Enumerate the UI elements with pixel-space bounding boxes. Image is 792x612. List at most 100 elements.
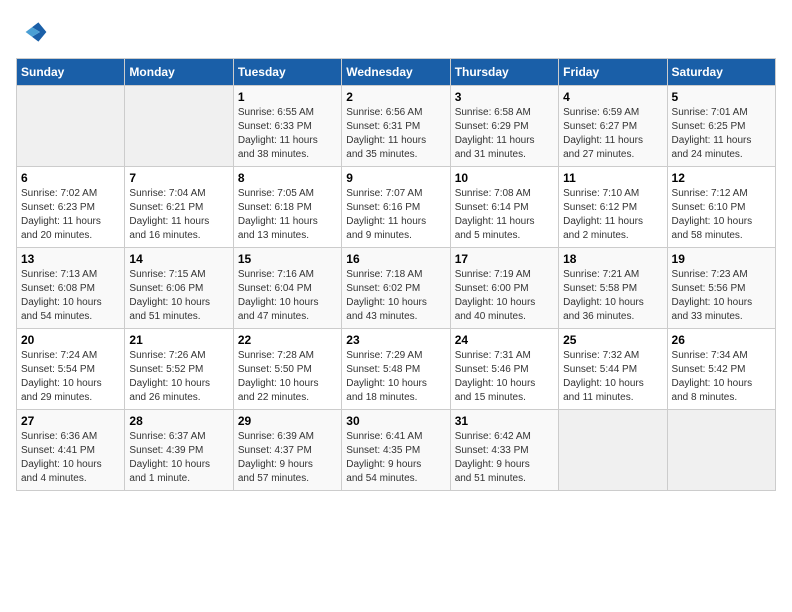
day-number: 19 (672, 252, 771, 266)
logo-icon (16, 16, 48, 48)
day-number: 10 (455, 171, 554, 185)
day-info: Sunrise: 6:56 AM Sunset: 6:31 PM Dayligh… (346, 106, 445, 162)
day-cell: 19 Sunrise: 7:23 AM Sunset: 5:56 PM Dayli… (667, 248, 775, 329)
day-number: 5 (672, 90, 771, 104)
day-number: 29 (238, 414, 337, 428)
day-info: Sunrise: 6:58 AM Sunset: 6:29 PM Dayligh… (455, 106, 554, 162)
week-row-2: 6 Sunrise: 7:02 AM Sunset: 6:23 PM Daylig… (17, 167, 776, 248)
header-cell-monday: Monday (125, 59, 233, 86)
day-number: 26 (672, 333, 771, 347)
day-cell: 22Sunrise: 7:28 AM Sunset: 5:50 PM Dayli… (233, 329, 341, 410)
day-number: 16 (346, 252, 445, 266)
day-number: 1 (238, 90, 337, 104)
day-cell: 20 Sunrise: 7:24 AM Sunset: 5:54 PM Dayli… (17, 329, 125, 410)
day-cell: 4 Sunrise: 6:59 AM Sunset: 6:27 PM Daylig… (559, 86, 667, 167)
day-number: 11 (563, 171, 662, 185)
day-number: 22 (238, 333, 337, 347)
day-info: Sunrise: 7:08 AM Sunset: 6:14 PM Dayligh… (455, 187, 554, 243)
day-number: 21 (129, 333, 228, 347)
day-info: Sunrise: 7:16 AM Sunset: 6:04 PM Dayligh… (238, 268, 337, 324)
day-cell: 28Sunrise: 6:37 AM Sunset: 4:39 PM Dayli… (125, 410, 233, 491)
day-cell: 6 Sunrise: 7:02 AM Sunset: 6:23 PM Daylig… (17, 167, 125, 248)
day-cell: 11 Sunrise: 7:10 AM Sunset: 6:12 PM Dayli… (559, 167, 667, 248)
day-info: Sunrise: 6:55 AM Sunset: 6:33 PM Dayligh… (238, 106, 337, 162)
day-cell: 7 Sunrise: 7:04 AM Sunset: 6:21 PM Daylig… (125, 167, 233, 248)
day-number: 12 (672, 171, 771, 185)
calendar-body: 1 Sunrise: 6:55 AM Sunset: 6:33 PM Daylig… (17, 86, 776, 491)
page-header (16, 16, 776, 48)
day-cell (125, 86, 233, 167)
calendar-header: SundayMondayTuesdayWednesdayThursdayFrid… (17, 59, 776, 86)
day-number: 14 (129, 252, 228, 266)
day-cell: 21 Sunrise: 7:26 AM Sunset: 5:52 PM Dayli… (125, 329, 233, 410)
calendar-table: SundayMondayTuesdayWednesdayThursdayFrid… (16, 58, 776, 491)
day-info: Sunrise: 7:19 AM Sunset: 6:00 PM Dayligh… (455, 268, 554, 324)
day-number: 4 (563, 90, 662, 104)
day-cell: 17 Sunrise: 7:19 AM Sunset: 6:00 PM Dayli… (450, 248, 558, 329)
day-number: 7 (129, 171, 228, 185)
day-number: 24 (455, 333, 554, 347)
day-cell: 31Sunrise: 6:42 AM Sunset: 4:33 PM Dayli… (450, 410, 558, 491)
day-info: Sunrise: 7:23 AM Sunset: 5:56 PM Dayligh… (672, 268, 771, 324)
day-info: Sunrise: 7:10 AM Sunset: 6:12 PM Dayligh… (563, 187, 662, 243)
logo (16, 16, 52, 48)
day-info: Sunrise: 7:18 AM Sunset: 6:02 PM Dayligh… (346, 268, 445, 324)
day-info: Sunrise: 7:12 AM Sunset: 6:10 PM Dayligh… (672, 187, 771, 243)
day-cell (559, 410, 667, 491)
header-row: SundayMondayTuesdayWednesdayThursdayFrid… (17, 59, 776, 86)
day-cell: 16 Sunrise: 7:18 AM Sunset: 6:02 PM Dayli… (342, 248, 450, 329)
day-info: Sunrise: 6:41 AM Sunset: 4:35 PM Dayligh… (346, 430, 445, 486)
day-number: 27 (21, 414, 120, 428)
day-cell (667, 410, 775, 491)
day-number: 31 (455, 414, 554, 428)
day-cell: 3Sunrise: 6:58 AM Sunset: 6:29 PM Daylig… (450, 86, 558, 167)
day-cell: 18Sunrise: 7:21 AM Sunset: 5:58 PM Dayli… (559, 248, 667, 329)
day-info: Sunrise: 6:39 AM Sunset: 4:37 PM Dayligh… (238, 430, 337, 486)
day-cell: 2 Sunrise: 6:56 AM Sunset: 6:31 PM Daylig… (342, 86, 450, 167)
day-cell: 14 Sunrise: 7:15 AM Sunset: 6:06 PM Dayli… (125, 248, 233, 329)
day-number: 2 (346, 90, 445, 104)
header-cell-saturday: Saturday (667, 59, 775, 86)
day-info: Sunrise: 7:34 AM Sunset: 5:42 PM Dayligh… (672, 349, 771, 405)
day-info: Sunrise: 7:21 AM Sunset: 5:58 PM Dayligh… (563, 268, 662, 324)
day-number: 30 (346, 414, 445, 428)
day-cell: 23Sunrise: 7:29 AM Sunset: 5:48 PM Dayli… (342, 329, 450, 410)
day-cell (17, 86, 125, 167)
day-cell: 24 Sunrise: 7:31 AM Sunset: 5:46 PM Dayli… (450, 329, 558, 410)
header-cell-tuesday: Tuesday (233, 59, 341, 86)
day-info: Sunrise: 7:02 AM Sunset: 6:23 PM Dayligh… (21, 187, 120, 243)
day-cell: 26 Sunrise: 7:34 AM Sunset: 5:42 PM Dayli… (667, 329, 775, 410)
week-row-5: 27Sunrise: 6:36 AM Sunset: 4:41 PM Dayli… (17, 410, 776, 491)
header-cell-wednesday: Wednesday (342, 59, 450, 86)
day-cell: 8Sunrise: 7:05 AM Sunset: 6:18 PM Daylig… (233, 167, 341, 248)
day-info: Sunrise: 7:01 AM Sunset: 6:25 PM Dayligh… (672, 106, 771, 162)
day-number: 13 (21, 252, 120, 266)
day-number: 23 (346, 333, 445, 347)
day-info: Sunrise: 7:31 AM Sunset: 5:46 PM Dayligh… (455, 349, 554, 405)
day-info: Sunrise: 7:24 AM Sunset: 5:54 PM Dayligh… (21, 349, 120, 405)
day-number: 9 (346, 171, 445, 185)
day-cell: 1 Sunrise: 6:55 AM Sunset: 6:33 PM Daylig… (233, 86, 341, 167)
day-info: Sunrise: 7:26 AM Sunset: 5:52 PM Dayligh… (129, 349, 228, 405)
day-cell: 25 Sunrise: 7:32 AM Sunset: 5:44 PM Dayli… (559, 329, 667, 410)
day-info: Sunrise: 6:37 AM Sunset: 4:39 PM Dayligh… (129, 430, 228, 486)
day-cell: 30 Sunrise: 6:41 AM Sunset: 4:35 PM Dayli… (342, 410, 450, 491)
day-info: Sunrise: 7:15 AM Sunset: 6:06 PM Dayligh… (129, 268, 228, 324)
day-number: 20 (21, 333, 120, 347)
day-cell: 29 Sunrise: 6:39 AM Sunset: 4:37 PM Dayli… (233, 410, 341, 491)
header-cell-friday: Friday (559, 59, 667, 86)
day-info: Sunrise: 7:04 AM Sunset: 6:21 PM Dayligh… (129, 187, 228, 243)
day-number: 25 (563, 333, 662, 347)
day-cell: 15Sunrise: 7:16 AM Sunset: 6:04 PM Dayli… (233, 248, 341, 329)
day-info: Sunrise: 7:32 AM Sunset: 5:44 PM Dayligh… (563, 349, 662, 405)
day-number: 8 (238, 171, 337, 185)
day-cell: 13Sunrise: 7:13 AM Sunset: 6:08 PM Dayli… (17, 248, 125, 329)
week-row-4: 20 Sunrise: 7:24 AM Sunset: 5:54 PM Dayli… (17, 329, 776, 410)
day-cell: 10 Sunrise: 7:08 AM Sunset: 6:14 PM Dayli… (450, 167, 558, 248)
header-cell-thursday: Thursday (450, 59, 558, 86)
day-cell: 9Sunrise: 7:07 AM Sunset: 6:16 PM Daylig… (342, 167, 450, 248)
day-number: 17 (455, 252, 554, 266)
day-number: 6 (21, 171, 120, 185)
day-info: Sunrise: 6:59 AM Sunset: 6:27 PM Dayligh… (563, 106, 662, 162)
week-row-3: 13Sunrise: 7:13 AM Sunset: 6:08 PM Dayli… (17, 248, 776, 329)
